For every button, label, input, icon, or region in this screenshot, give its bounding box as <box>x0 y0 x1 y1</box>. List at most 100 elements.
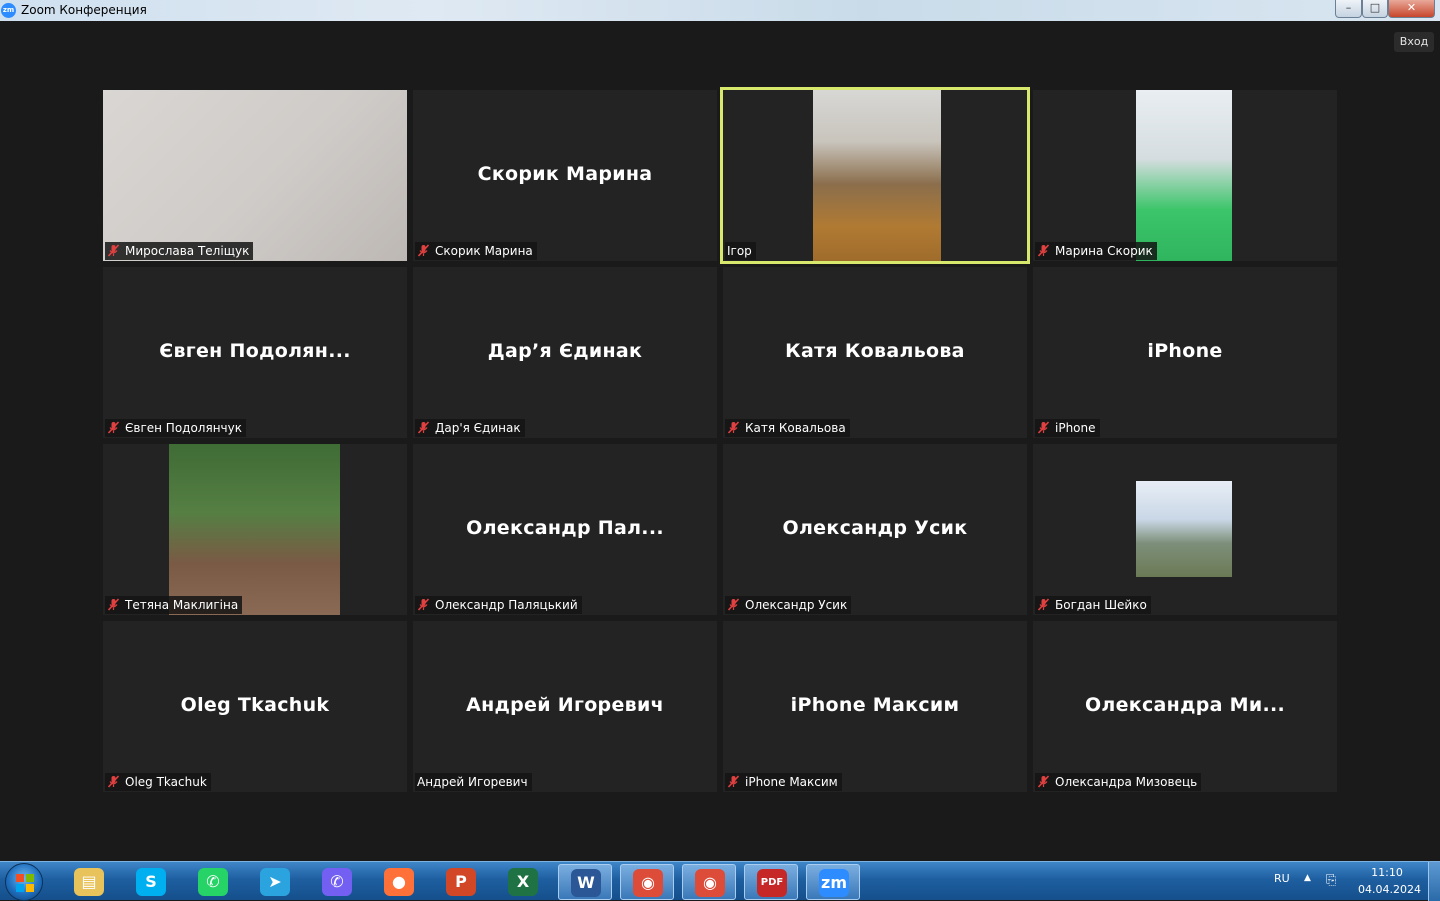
mic-muted-icon <box>1037 598 1050 611</box>
enter-button[interactable]: Вход <box>1394 32 1434 52</box>
participant-display-name: Олександра Ми... <box>1084 694 1286 716</box>
participant-display-name: Євген Подолян... <box>159 340 351 362</box>
participant-name-label: Олександр Паляцький <box>415 596 582 614</box>
powerpoint-icon: P <box>446 868 476 896</box>
mic-muted-icon <box>727 421 740 434</box>
chrome-profile-icon: ◉ <box>695 869 725 897</box>
taskbar-telegram-button[interactable]: ➤ <box>248 864 302 900</box>
meeting-gallery-view: Вход Мирослава Теліщук Скорик Марина Скори… <box>0 21 1440 861</box>
participant-tile[interactable]: Ігор <box>720 87 1030 264</box>
participant-display-name: Андрей Игоревич <box>466 694 664 716</box>
participant-tile[interactable]: Євген Подолян... Євген Подолянчук <box>103 267 407 438</box>
network-icon[interactable]: ⎘ <box>1326 873 1336 888</box>
taskbar-file-explorer-button[interactable]: ▤ <box>62 864 116 900</box>
participant-tile[interactable]: Богдан Шейко <box>1033 444 1337 615</box>
participant-name-label: Катя Ковальова <box>725 419 850 437</box>
mic-muted-icon <box>417 598 430 611</box>
participant-name: Євген Подолянчук <box>125 421 242 435</box>
show-desktop-button[interactable] <box>1428 862 1440 901</box>
file-explorer-icon: ▤ <box>74 868 104 896</box>
participant-name-label: Андрей Игоревич <box>415 773 532 791</box>
mic-muted-icon <box>417 244 430 257</box>
taskbar-firefox-button[interactable]: ● <box>372 864 426 900</box>
zoom-icon: zm <box>819 869 849 897</box>
participant-tile[interactable]: Тетяна Маклигіна <box>103 444 407 615</box>
start-button[interactable] <box>5 863 43 901</box>
participant-name: Тетяна Маклигіна <box>125 598 239 612</box>
zoom-logo-icon: zm <box>1 3 16 18</box>
participant-name: Олександр Паляцький <box>435 598 578 612</box>
participant-name-label: Мирослава Теліщук <box>105 242 254 260</box>
participant-display-name: Скорик Марина <box>477 163 653 185</box>
participant-name: Oleg Tkachuk <box>125 775 207 789</box>
taskbar-chrome-profile-button[interactable]: ◉ <box>682 864 736 900</box>
window-title: Zoom Конференция <box>21 3 147 17</box>
taskbar-word-button[interactable]: W <box>558 864 612 900</box>
windows-logo-icon <box>16 874 34 892</box>
participant-tile[interactable]: Олександр Пал... Олександр Паляцький <box>413 444 717 615</box>
firefox-icon: ● <box>384 868 414 896</box>
participant-video <box>103 90 407 261</box>
participant-name-label: Ігор <box>725 242 756 260</box>
participant-display-name: Катя Ковальова <box>785 340 965 362</box>
mic-muted-icon <box>417 421 430 434</box>
whatsapp-icon: ✆ <box>198 868 228 896</box>
participant-name-label: Олександра Мизовець <box>1035 773 1202 791</box>
mic-muted-icon <box>1037 775 1050 788</box>
taskbar-excel-button[interactable]: X <box>496 864 550 900</box>
clock-time[interactable]: 11:10 <box>1358 866 1416 879</box>
participant-video <box>1136 90 1232 261</box>
participant-display-name: iPhone Максим <box>790 694 960 716</box>
excel-icon: X <box>508 868 538 896</box>
participant-tile[interactable]: Скорик Марина Скорик Марина <box>413 90 717 261</box>
participant-video <box>169 444 340 615</box>
participant-name-label: Oleg Tkachuk <box>105 773 211 791</box>
mic-muted-icon <box>107 421 120 434</box>
participant-name: Ігор <box>727 244 752 258</box>
participant-name: Дар'я Єдинак <box>435 421 521 435</box>
participant-name: Марина Скорик <box>1055 244 1153 258</box>
participant-name-label: Олександр Усик <box>725 596 852 614</box>
skype-icon: S <box>136 868 166 896</box>
telegram-icon: ➤ <box>260 868 290 896</box>
tray-expand-icon[interactable]: ▲ <box>1304 873 1311 883</box>
participant-name-label: iPhone <box>1035 419 1100 437</box>
clock-date[interactable]: 04.04.2024 <box>1358 883 1421 896</box>
participant-name: Скорик Марина <box>435 244 533 258</box>
participant-tile[interactable]: iPhone iPhone <box>1033 267 1337 438</box>
mic-muted-icon <box>727 775 740 788</box>
participant-tile[interactable]: Дар’я Єдинак Дар'я Єдинак <box>413 267 717 438</box>
taskbar-chrome-button[interactable]: ◉ <box>620 864 674 900</box>
mic-muted-icon <box>107 775 120 788</box>
participant-tile[interactable]: Олександра Ми... Олександра Мизовець <box>1033 621 1337 792</box>
participant-tile[interactable]: Катя Ковальова Катя Ковальова <box>723 267 1027 438</box>
close-button[interactable]: ✕ <box>1388 0 1435 18</box>
participant-name-label: Євген Подолянчук <box>105 419 246 437</box>
word-icon: W <box>571 869 601 897</box>
participant-name-label: iPhone Максим <box>725 773 842 791</box>
taskbar-skype-button[interactable]: S <box>124 864 178 900</box>
participant-video <box>813 90 941 261</box>
participant-tile[interactable]: Андрей Игоревич Андрей Игоревич <box>413 621 717 792</box>
taskbar-pdf-reader-button[interactable]: PDF <box>744 864 798 900</box>
participant-name-label: Богдан Шейко <box>1035 596 1151 614</box>
participant-tile[interactable]: Олександр Усик Олександр Усик <box>723 444 1027 615</box>
participant-name: Мирослава Теліщук <box>125 244 250 258</box>
language-indicator[interactable]: RU <box>1274 872 1290 885</box>
taskbar-zoom-button[interactable]: zm <box>806 864 860 900</box>
participant-tile[interactable]: Oleg Tkachuk Oleg Tkachuk <box>103 621 407 792</box>
taskbar-whatsapp-button[interactable]: ✆ <box>186 864 240 900</box>
taskbar-powerpoint-button[interactable]: P <box>434 864 488 900</box>
mic-muted-icon <box>107 598 120 611</box>
participant-display-name: Олександр Пал... <box>466 517 664 539</box>
participant-name: Олександра Мизовець <box>1055 775 1198 789</box>
minimize-button[interactable]: – <box>1335 0 1362 18</box>
maximize-button[interactable]: □ <box>1362 0 1388 18</box>
taskbar-viber-button[interactable]: ✆ <box>310 864 364 900</box>
participant-name-label: Тетяна Маклигіна <box>105 596 243 614</box>
participant-tile[interactable]: Марина Скорик <box>1033 90 1337 261</box>
participant-tile[interactable]: Мирослава Теліщук <box>103 90 407 261</box>
participant-tile[interactable]: iPhone Максим iPhone Максим <box>723 621 1027 792</box>
mic-muted-icon <box>107 244 120 257</box>
pdf-reader-icon: PDF <box>757 869 787 897</box>
